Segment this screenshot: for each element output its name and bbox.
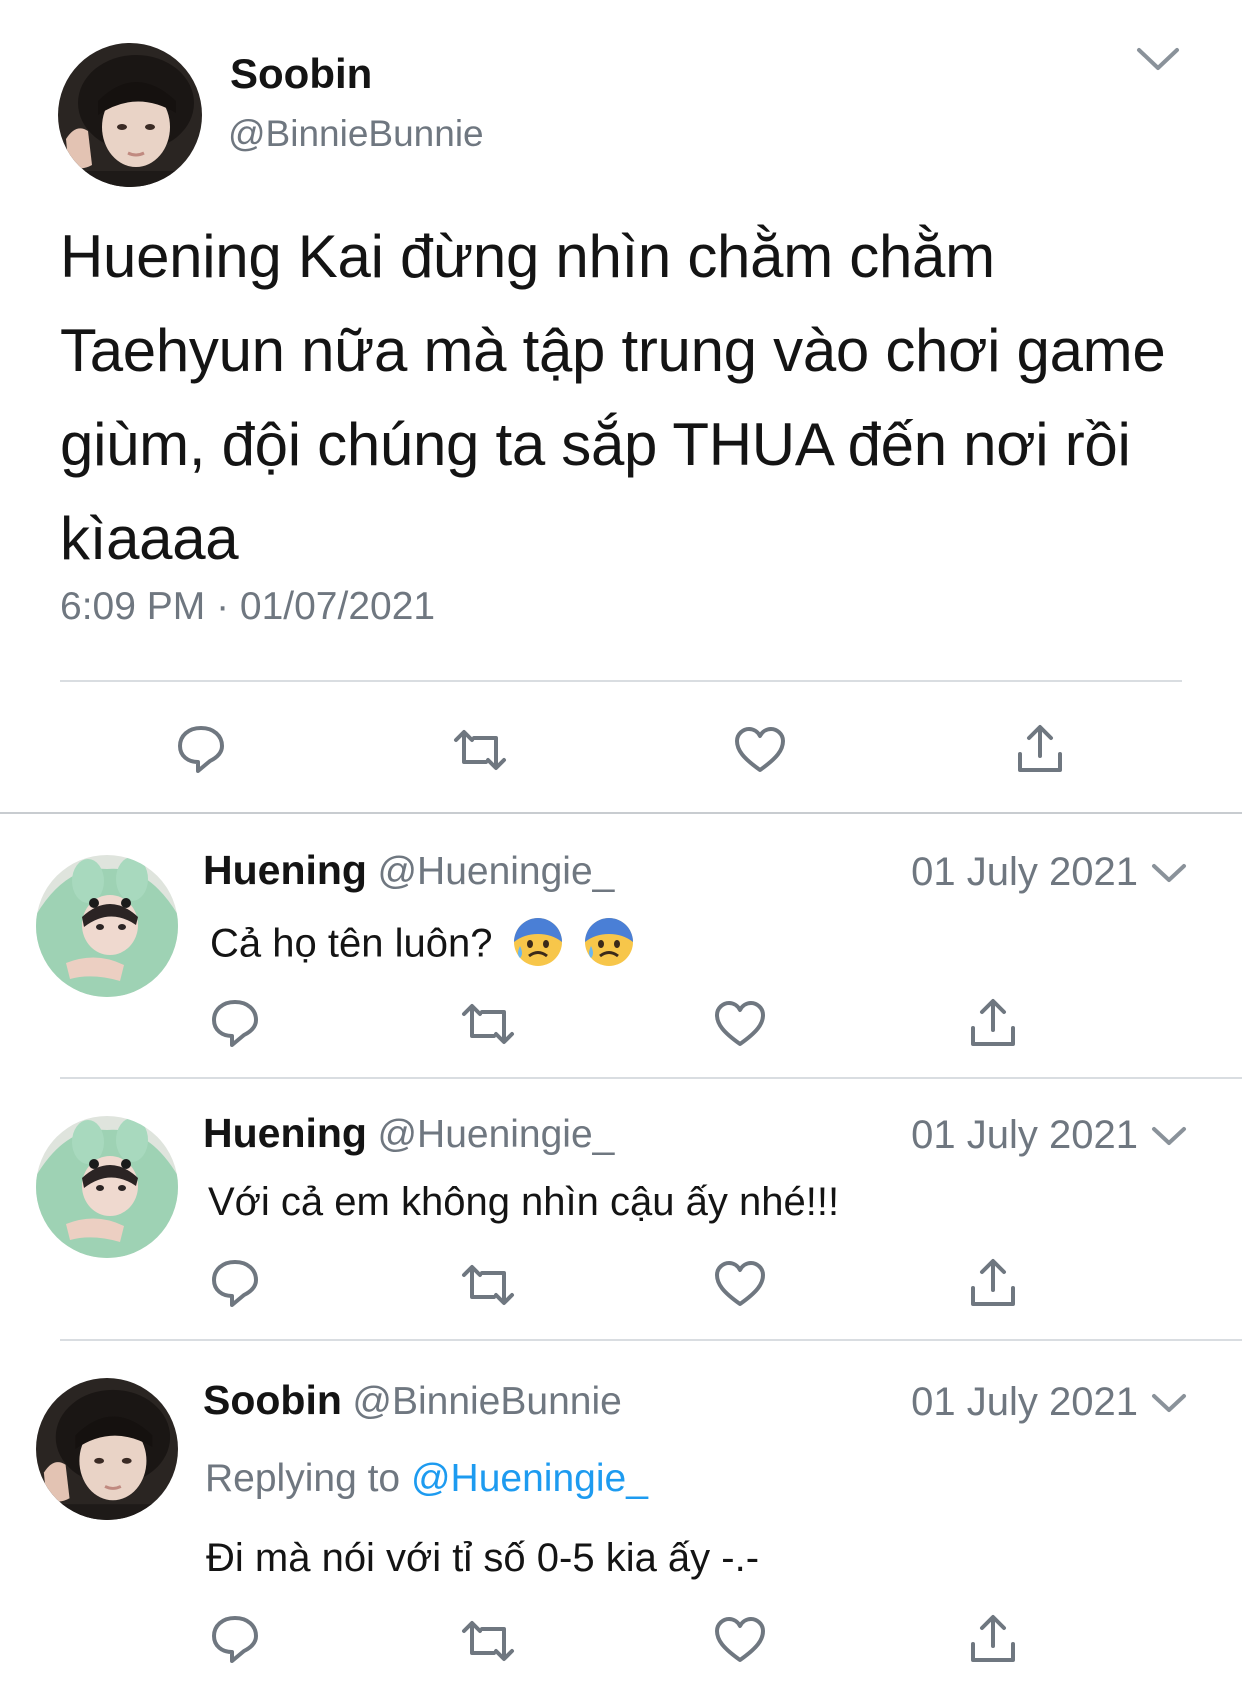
chevron-down-icon[interactable] bbox=[1135, 44, 1181, 79]
reply-date: 01 July 2021 bbox=[911, 1380, 1138, 1424]
author-handle[interactable]: @BinnieBunnie bbox=[352, 1380, 621, 1423]
author-name[interactable]: Huening bbox=[203, 847, 367, 893]
reply-date: 01 July 2021 bbox=[911, 850, 1138, 894]
replying-prefix: Replying to bbox=[205, 1457, 401, 1500]
share-button[interactable] bbox=[969, 998, 1017, 1053]
reply-button[interactable] bbox=[208, 996, 262, 1055]
reply-button[interactable] bbox=[174, 722, 228, 781]
reply-text-row: Cả họ tên luôn? bbox=[210, 918, 635, 972]
retweet-button[interactable] bbox=[460, 1619, 516, 1668]
author-handle[interactable]: @BinnieBunnie bbox=[228, 113, 484, 155]
like-button[interactable] bbox=[733, 726, 787, 779]
avatar[interactable] bbox=[36, 1378, 178, 1520]
chevron-down-icon[interactable] bbox=[1150, 1123, 1188, 1154]
reply-date: 01 July 2021 bbox=[911, 1113, 1138, 1157]
avatar-huening-icon bbox=[36, 1116, 178, 1258]
author-handle[interactable]: @Hueningie_ bbox=[377, 1113, 614, 1156]
reply-button[interactable] bbox=[208, 1612, 262, 1671]
avatar[interactable] bbox=[58, 43, 202, 187]
reply-text: Với cả em không nhìn cậu ấy nhé!!! bbox=[208, 1180, 840, 1224]
reply-button[interactable] bbox=[208, 1256, 262, 1315]
like-button[interactable] bbox=[713, 1260, 767, 1313]
divider bbox=[60, 1077, 1242, 1079]
retweet-icon bbox=[462, 1004, 514, 1044]
like-button[interactable] bbox=[713, 1616, 767, 1669]
share-icon bbox=[971, 1259, 1015, 1306]
retweet-icon bbox=[454, 730, 506, 770]
retweet-button[interactable] bbox=[452, 728, 508, 777]
chevron-down-icon[interactable] bbox=[1150, 1390, 1188, 1421]
author-name[interactable]: Soobin bbox=[203, 1377, 342, 1423]
anxious-face-icon bbox=[512, 916, 564, 968]
reply-icon bbox=[212, 1616, 258, 1663]
reply-header: Soobin @BinnieBunnie bbox=[203, 1377, 622, 1424]
avatar-soobin-icon bbox=[58, 43, 202, 187]
author-name[interactable]: Huening bbox=[203, 1110, 367, 1156]
divider bbox=[60, 680, 1182, 682]
like-icon bbox=[715, 1617, 765, 1662]
share-button[interactable] bbox=[1016, 724, 1064, 779]
like-icon bbox=[715, 1261, 765, 1306]
avatar[interactable] bbox=[36, 855, 178, 997]
share-icon bbox=[1018, 725, 1062, 772]
author-name[interactable]: Soobin bbox=[230, 50, 372, 98]
reply-header: Huening @Hueningie_ bbox=[203, 1110, 614, 1157]
reply-text: Cả họ tên luôn? bbox=[210, 921, 493, 966]
chevron-down-icon[interactable] bbox=[1150, 860, 1188, 891]
share-icon bbox=[971, 999, 1015, 1046]
reply-icon bbox=[178, 726, 224, 773]
like-button[interactable] bbox=[713, 1000, 767, 1053]
like-icon bbox=[715, 1001, 765, 1046]
retweet-button[interactable] bbox=[460, 1263, 516, 1312]
replying-to: Replying to @Hueningie_ bbox=[205, 1457, 648, 1501]
divider bbox=[60, 1339, 1242, 1341]
reply-header: Huening @Hueningie_ bbox=[203, 847, 614, 894]
anxious-face-icon bbox=[583, 916, 635, 968]
retweet-icon bbox=[462, 1621, 514, 1661]
like-icon bbox=[735, 727, 785, 772]
retweet-button[interactable] bbox=[460, 1002, 516, 1051]
reply-text: Đi mà nói với tỉ số 0-5 kia ấy -.- bbox=[206, 1536, 760, 1580]
reply-icon bbox=[212, 1000, 258, 1047]
share-icon bbox=[971, 1615, 1015, 1662]
avatar-huening-icon bbox=[36, 855, 178, 997]
share-button[interactable] bbox=[969, 1614, 1017, 1669]
retweet-icon bbox=[462, 1265, 514, 1305]
divider bbox=[0, 812, 1242, 814]
avatar[interactable] bbox=[36, 1116, 178, 1258]
tweet-timestamp: 6:09 PM · 01/07/2021 bbox=[60, 585, 436, 628]
avatar-soobin-icon bbox=[36, 1378, 178, 1520]
share-button[interactable] bbox=[969, 1258, 1017, 1313]
tweet-text: Huening Kai đừng nhìn chằm chằm Taehyun … bbox=[60, 223, 1166, 572]
reply-icon bbox=[212, 1260, 258, 1307]
author-handle[interactable]: @Hueningie_ bbox=[377, 850, 614, 893]
replying-to-link[interactable]: @Hueningie_ bbox=[411, 1457, 648, 1500]
